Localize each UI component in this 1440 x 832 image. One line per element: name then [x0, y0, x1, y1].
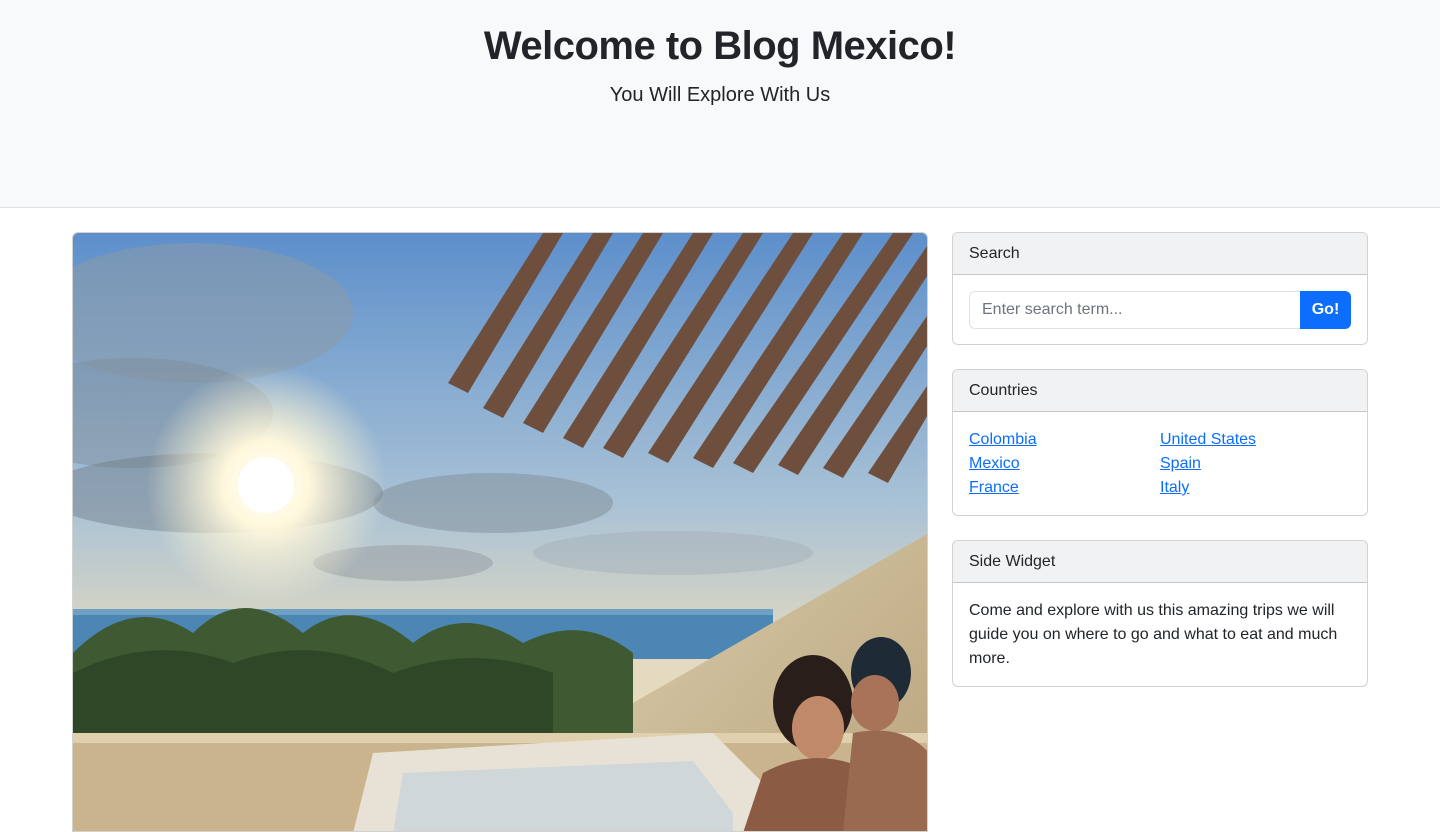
country-link-italy[interactable]: Italy	[1160, 479, 1189, 496]
side-widget-header: Side Widget	[953, 541, 1367, 583]
featured-post-image[interactable]	[72, 232, 928, 832]
search-input[interactable]	[969, 291, 1300, 329]
countries-card-header: Countries	[953, 370, 1367, 412]
countries-column-right: United States Spain Italy	[1160, 428, 1351, 500]
page-title: Welcome to Blog Mexico!	[483, 24, 957, 68]
search-go-button[interactable]: Go!	[1300, 291, 1351, 329]
countries-column-left: Colombia Mexico France	[969, 428, 1160, 500]
search-group: Go!	[969, 291, 1351, 329]
country-link-france[interactable]: France	[969, 479, 1019, 496]
side-widget-text: Come and explore with us this amazing tr…	[969, 602, 1338, 667]
country-link-colombia[interactable]: Colombia	[969, 431, 1037, 448]
search-card: Search Go!	[952, 232, 1368, 345]
side-widget-card: Side Widget Come and explore with us thi…	[952, 540, 1368, 687]
hero-photo	[73, 233, 927, 831]
search-card-header: Search	[953, 233, 1367, 275]
country-link-united-states[interactable]: United States	[1160, 431, 1256, 448]
countries-list: Colombia Mexico France United States Spa…	[969, 428, 1351, 500]
countries-card: Countries Colombia Mexico France United …	[952, 369, 1368, 516]
country-link-mexico[interactable]: Mexico	[969, 455, 1020, 472]
country-link-spain[interactable]: Spain	[1160, 455, 1201, 472]
page-subtitle: You Will Explore With Us	[609, 84, 831, 106]
page-header: Welcome to Blog Mexico! You Will Explore…	[0, 0, 1440, 208]
